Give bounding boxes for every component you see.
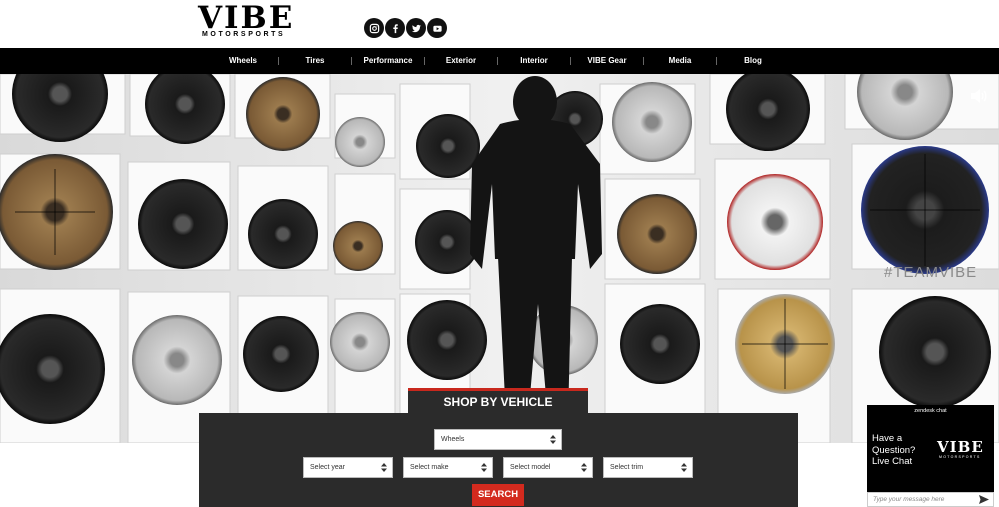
nav-separator — [351, 57, 352, 65]
trim-select-value: Select trim — [610, 464, 644, 471]
page: VIBE MOTORSPORTS Wheels Tires Performanc… — [0, 0, 999, 507]
nav-item-blog[interactable]: Blog — [744, 48, 762, 74]
model-select[interactable]: Select model — [503, 457, 593, 478]
model-select-value: Select model — [510, 464, 551, 471]
nav-separator — [570, 57, 571, 65]
select-arrows-icon — [581, 463, 587, 472]
teamvibe-hashtag: #TEAMVIBE — [884, 264, 978, 281]
chat-question-text: Have a Question? Live Chat — [872, 433, 916, 467]
select-arrows-icon — [481, 463, 487, 472]
nav-separator — [643, 57, 644, 65]
shop-by-vehicle-tab: SHOP BY VEHICLE — [408, 388, 588, 413]
nav-item-interior[interactable]: Interior — [520, 48, 548, 74]
nav-item-media[interactable]: Media — [669, 48, 692, 74]
trim-select[interactable]: Select trim — [603, 457, 693, 478]
facebook-icon[interactable] — [385, 18, 405, 38]
year-select-value: Select year — [310, 464, 346, 471]
chat-input-placeholder: Type your message here — [873, 496, 945, 503]
chat-vibe-logo: VIBE MOTORSPORTS — [937, 439, 989, 459]
shop-by-vehicle-title: SHOP BY VEHICLE — [443, 395, 553, 409]
search-button[interactable]: SEARCH — [472, 484, 524, 506]
select-arrows-icon — [550, 435, 556, 444]
nav-separator — [424, 57, 425, 65]
select-arrows-icon — [681, 463, 687, 472]
chat-brand-label: zendesk chat — [914, 408, 947, 414]
chat-message-input[interactable]: Type your message here — [867, 492, 994, 507]
volume-icon[interactable] — [970, 88, 988, 104]
youtube-icon[interactable] — [427, 18, 447, 38]
chat-logo-main-text: VIBE — [937, 438, 984, 456]
nav-separator — [716, 57, 717, 65]
nav-item-performance[interactable]: Performance — [364, 48, 413, 74]
nav-item-exterior[interactable]: Exterior — [446, 48, 476, 74]
nav-item-wheels[interactable]: Wheels — [229, 48, 257, 74]
vibe-logo[interactable]: VIBE MOTORSPORTS — [198, 2, 306, 42]
social-links — [364, 18, 447, 38]
main-nav: Wheels Tires Performance Exterior Interi… — [0, 48, 999, 74]
nav-item-tires[interactable]: Tires — [306, 48, 325, 74]
nav-separator — [497, 57, 498, 65]
logo-main-text: VIBE — [198, 0, 295, 36]
nav-separator — [278, 57, 279, 65]
shop-by-vehicle-panel: Wheels Select year Select make Select mo… — [199, 413, 798, 507]
live-chat-widget[interactable]: zendesk chat Have a Question? Live Chat … — [867, 405, 994, 507]
select-arrows-icon — [381, 463, 387, 472]
make-select[interactable]: Select make — [403, 457, 493, 478]
category-select-value: Wheels — [441, 436, 465, 443]
category-select[interactable]: Wheels — [434, 429, 562, 450]
twitter-icon[interactable] — [406, 18, 426, 38]
make-select-value: Select make — [410, 464, 449, 471]
nav-item-vibe-gear[interactable]: VIBE Gear — [587, 48, 626, 74]
instagram-icon[interactable] — [364, 18, 384, 38]
year-select[interactable]: Select year — [303, 457, 393, 478]
send-icon[interactable] — [979, 495, 989, 504]
site-header: VIBE MOTORSPORTS — [0, 0, 999, 48]
